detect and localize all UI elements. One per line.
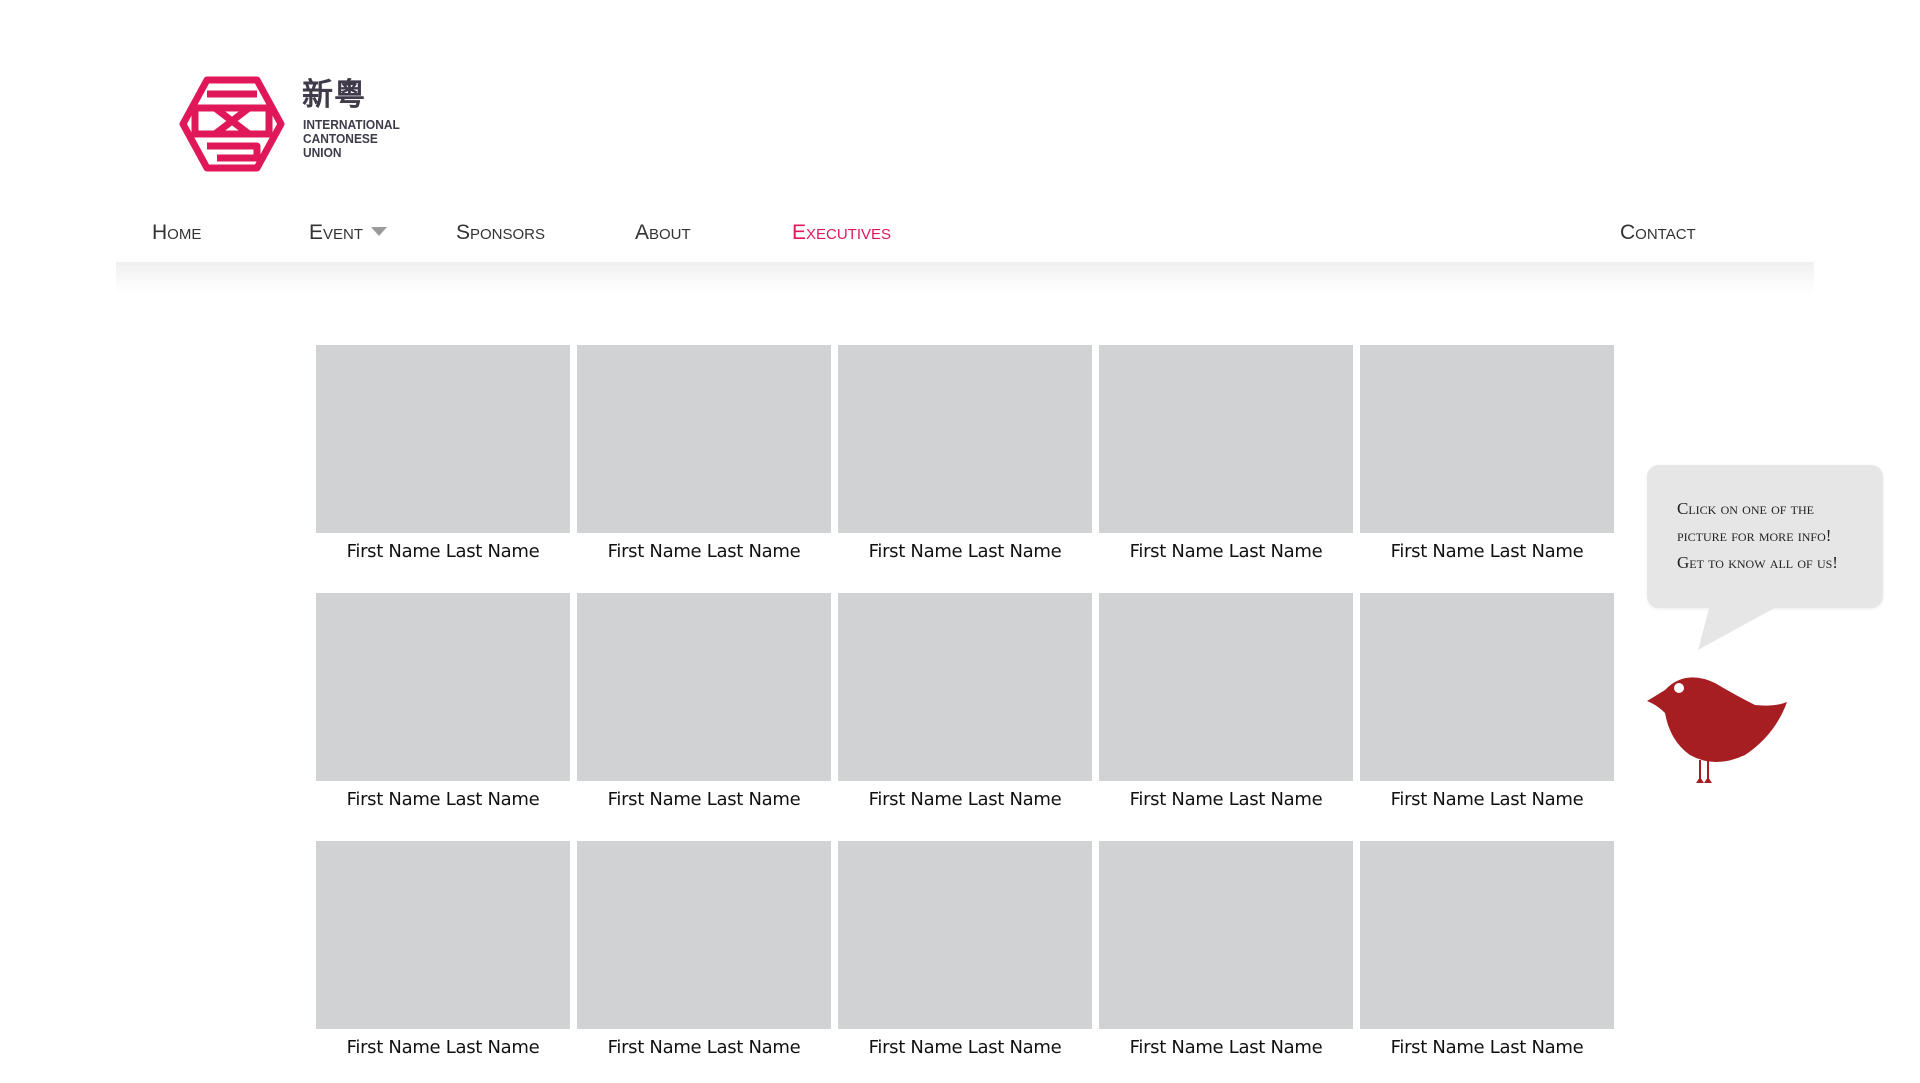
executive-photo[interactable] [1099,841,1353,1029]
nav-home[interactable]: Home [152,221,201,245]
executive-name: First Name Last Name [1129,1037,1323,1058]
executive-card[interactable]: First Name Last Name [838,345,1092,562]
nav-sponsors[interactable]: Sponsors [456,221,545,245]
callout-line: Get to know all of us! [1677,553,1838,572]
logo-cjk-text: 新粵 [302,77,366,113]
executive-card[interactable]: First Name Last Name [316,593,570,810]
callout-line: Click on one of the [1677,499,1814,518]
executive-card[interactable]: First Name Last Name [1360,345,1614,562]
executive-name: First Name Last Name [346,789,540,810]
executive-name: First Name Last Name [1390,1037,1584,1058]
nav-shadow [116,262,1814,294]
executive-photo[interactable] [316,841,570,1029]
executive-card[interactable]: First Name Last Name [577,841,831,1058]
callout-line: picture for more info! [1677,526,1832,545]
executive-photo[interactable] [1360,345,1614,533]
executive-photo[interactable] [1099,593,1353,781]
executive-name: First Name Last Name [868,789,1062,810]
executive-photo[interactable] [1099,345,1353,533]
executive-name: First Name Last Name [607,789,801,810]
executive-card[interactable]: First Name Last Name [1099,593,1353,810]
executive-photo[interactable] [577,841,831,1029]
logo-icon [179,76,285,172]
executive-photo[interactable] [316,345,570,533]
executives-grid: First Name Last Name First Name Last Nam… [316,345,1614,1083]
executive-name: First Name Last Name [1129,789,1323,810]
executive-name: First Name Last Name [1390,789,1584,810]
executive-card[interactable]: First Name Last Name [577,345,831,562]
executive-photo[interactable] [838,345,1092,533]
executive-name: First Name Last Name [607,541,801,562]
executive-name: First Name Last Name [868,541,1062,562]
speech-bubble-tail [1698,605,1780,650]
speech-bubble: Click on one of the picture for more inf… [1647,465,1883,608]
executive-card[interactable]: First Name Last Name [838,841,1092,1058]
grid-row: First Name Last Name First Name Last Nam… [316,593,1614,841]
executive-photo[interactable] [1360,841,1614,1029]
grid-row: First Name Last Name First Name Last Nam… [316,841,1614,1083]
logo-line: UNION [303,145,342,160]
executive-name: First Name Last Name [607,1037,801,1058]
executive-name: First Name Last Name [346,541,540,562]
callout-text: Click on one of the picture for more inf… [1677,495,1877,576]
executive-photo[interactable] [577,593,831,781]
executive-card[interactable]: First Name Last Name [838,593,1092,810]
executive-name: First Name Last Name [346,1037,540,1058]
executive-card[interactable]: First Name Last Name [577,593,831,810]
executive-name: First Name Last Name [868,1037,1062,1058]
executive-card[interactable]: First Name Last Name [1099,841,1353,1058]
executive-card[interactable]: First Name Last Name [316,841,570,1058]
executive-photo[interactable] [316,593,570,781]
logo-line: CANTONESE [303,131,378,146]
nav-contact[interactable]: Contact [1620,221,1696,245]
nav-executives[interactable]: Executives [792,221,891,245]
logo-wordmark: INTERNATIONAL CANTONESE UNION [303,118,400,160]
executive-card[interactable]: First Name Last Name [1099,345,1353,562]
executive-photo[interactable] [577,345,831,533]
executive-card[interactable]: First Name Last Name [1360,841,1614,1058]
chevron-down-icon [371,226,388,236]
main-nav: Home Event Sponsors About Executives Con… [116,210,1814,265]
nav-event-label: Event [309,221,364,244]
nav-event[interactable]: Event [309,221,388,245]
logo-line: INTERNATIONAL [303,117,400,132]
executive-card[interactable]: First Name Last Name [1360,593,1614,810]
site-logo[interactable]: 新粵 INTERNATIONAL CANTONESE UNION [177,74,417,174]
nav-about[interactable]: About [635,221,691,245]
bird-icon [1647,677,1787,783]
executive-name: First Name Last Name [1129,541,1323,562]
executive-name: First Name Last Name [1390,541,1584,562]
grid-row: First Name Last Name First Name Last Nam… [316,345,1614,593]
executive-photo[interactable] [838,593,1092,781]
executive-card[interactable]: First Name Last Name [316,345,570,562]
executive-photo[interactable] [1360,593,1614,781]
executive-photo[interactable] [838,841,1092,1029]
